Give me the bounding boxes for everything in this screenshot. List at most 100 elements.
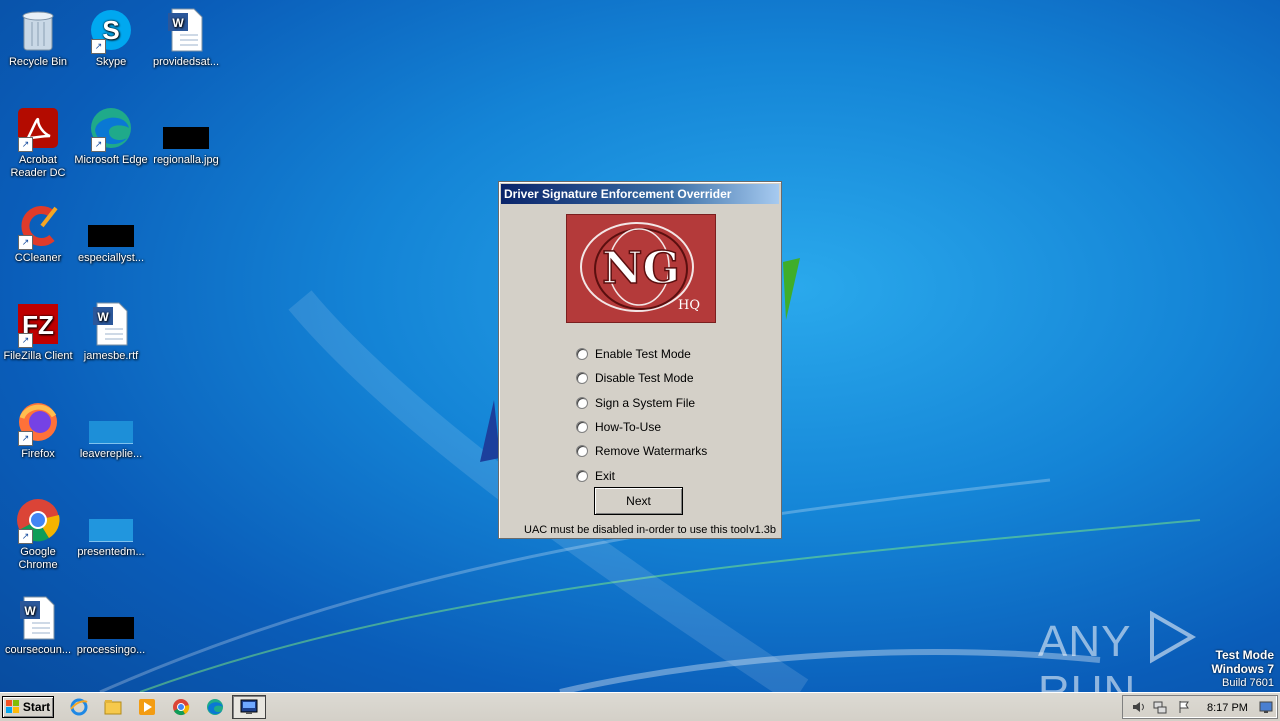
desktop-icon-regionalla[interactable]: regionalla.jpg bbox=[148, 104, 224, 167]
desktop-icon-label: presentedm... bbox=[77, 546, 145, 558]
media-player-icon[interactable] bbox=[138, 698, 156, 716]
desktop-icon-especiallyst[interactable]: especiallyst... bbox=[73, 202, 149, 265]
windows-logo-icon bbox=[5, 700, 19, 713]
volume-icon[interactable] bbox=[1131, 700, 1145, 714]
desktop-icon-label: coursecoun... bbox=[4, 644, 72, 656]
next-button[interactable]: Next bbox=[594, 487, 683, 515]
option-label: Enable Test Mode bbox=[595, 347, 691, 362]
radio-button[interactable] bbox=[576, 445, 588, 458]
dialog-title-bar[interactable]: Driver Signature Enforcement Overrider bbox=[501, 184, 779, 204]
chrome-icon[interactable] bbox=[172, 698, 190, 716]
desktop-icon-label: regionalla.jpg bbox=[153, 154, 219, 166]
show-desktop-icon[interactable] bbox=[1259, 700, 1273, 714]
version-label: v1.3b bbox=[749, 524, 776, 536]
firefox-icon: ↗ bbox=[14, 398, 62, 446]
acrobat-icon: ↗ bbox=[14, 104, 62, 152]
option-label: Remove Watermarks bbox=[595, 444, 708, 459]
desktop-icon-label: providedsat... bbox=[152, 56, 220, 68]
option-enable-test-mode[interactable]: Enable Test Mode bbox=[576, 342, 707, 366]
desktop-icon-filezilla[interactable]: FZ ↗ FileZilla Client bbox=[0, 300, 76, 363]
option-how-to-use[interactable]: How-To-Use bbox=[576, 415, 707, 439]
option-label: Exit bbox=[595, 468, 616, 483]
radio-button[interactable] bbox=[576, 421, 588, 434]
desktop-icon-ccleaner[interactable]: ↗ CCleaner bbox=[0, 202, 76, 265]
file-icon bbox=[87, 202, 135, 250]
desktop-icon-label: Google Chrome bbox=[18, 546, 58, 571]
desktop-icon-label: leavereplie... bbox=[79, 448, 143, 460]
option-label: Disable Test Mode bbox=[595, 371, 694, 386]
windows-version-label: Windows 7 bbox=[1211, 662, 1274, 676]
edge-icon: ↗ bbox=[87, 104, 135, 152]
desktop-icon-label: CCleaner bbox=[14, 252, 62, 264]
dse-overrider-dialog: Driver Signature Enforcement Overrider N… bbox=[498, 181, 782, 539]
action-center-flag-icon[interactable] bbox=[1177, 700, 1191, 714]
skype-icon: S ↗ bbox=[87, 6, 135, 54]
desktop-icon-chrome[interactable]: ↗ Google Chrome bbox=[0, 496, 76, 572]
option-label: How-To-Use bbox=[595, 420, 662, 435]
desktop-icon-firefox[interactable]: ↗ Firefox bbox=[0, 398, 76, 461]
svg-text:W: W bbox=[172, 16, 184, 30]
logo-text: NG bbox=[602, 243, 680, 294]
ngohq-logo: NG HQ bbox=[566, 214, 716, 323]
desktop-icon-label: processingo... bbox=[76, 644, 146, 656]
radio-button[interactable] bbox=[576, 396, 588, 409]
file-icon bbox=[87, 594, 135, 642]
option-exit[interactable]: Exit bbox=[576, 463, 707, 487]
edge-icon[interactable] bbox=[206, 698, 224, 716]
test-mode-label: Test Mode bbox=[1215, 648, 1274, 662]
desktop-icon-recycle-bin[interactable]: Recycle Bin bbox=[0, 6, 76, 69]
build-label: Build 7601 bbox=[1222, 677, 1274, 689]
file-icon bbox=[87, 496, 135, 544]
desktop-icon-label: especiallyst... bbox=[77, 252, 145, 264]
logo-subtext: HQ bbox=[678, 298, 700, 313]
desktop-icon-presentedm[interactable]: presentedm... bbox=[73, 496, 149, 559]
desktop-icon-leavereplie[interactable]: leavereplie... bbox=[73, 398, 149, 461]
internet-explorer-icon[interactable] bbox=[70, 698, 88, 716]
desktop-icon-processingo[interactable]: processingo... bbox=[73, 594, 149, 657]
desktop-icon-edge[interactable]: ↗ Microsoft Edge bbox=[73, 104, 149, 167]
radio-button[interactable] bbox=[576, 469, 588, 482]
clock[interactable]: 8:17 PM bbox=[1207, 702, 1248, 714]
taskbar: Start 8:17 PM bbox=[0, 692, 1280, 721]
taskbar-dse-overrider[interactable] bbox=[232, 695, 266, 719]
image-file-icon bbox=[162, 104, 210, 152]
word-document-icon: W bbox=[14, 594, 62, 642]
file-icon bbox=[87, 398, 135, 446]
chrome-icon: ↗ bbox=[14, 496, 62, 544]
desktop-icon-providedsat[interactable]: W providedsat... bbox=[148, 6, 224, 69]
play-icon bbox=[1149, 610, 1196, 664]
recycle-bin-icon bbox=[14, 6, 62, 54]
word-document-icon: W bbox=[87, 300, 135, 348]
svg-text:W: W bbox=[24, 604, 36, 618]
dialog-footer: UAC must be disabled in-order to use thi… bbox=[524, 524, 776, 536]
radio-button[interactable] bbox=[576, 372, 588, 385]
option-label: Sign a System File bbox=[595, 395, 696, 410]
uac-note: UAC must be disabled in-order to use thi… bbox=[524, 524, 749, 536]
desktop-icon-label: Recycle Bin bbox=[8, 56, 68, 68]
filezilla-icon: FZ ↗ bbox=[14, 300, 62, 348]
option-sign-system-file[interactable]: Sign a System File bbox=[576, 391, 707, 415]
system-tray: 8:17 PM bbox=[1122, 695, 1278, 719]
ccleaner-icon: ↗ bbox=[14, 202, 62, 250]
svg-text:W: W bbox=[97, 310, 109, 324]
radio-button[interactable] bbox=[576, 348, 588, 361]
desktop-icon-skype[interactable]: S ↗ Skype bbox=[73, 6, 149, 69]
app-window-icon bbox=[240, 699, 258, 714]
start-button[interactable]: Start bbox=[2, 696, 54, 718]
watermark-left: ANY bbox=[1038, 617, 1131, 666]
desktop-icon-acrobat[interactable]: ↗ Acrobat Reader DC bbox=[0, 104, 76, 180]
option-disable-test-mode[interactable]: Disable Test Mode bbox=[576, 366, 707, 390]
option-remove-watermarks[interactable]: Remove Watermarks bbox=[576, 439, 707, 463]
desktop-icon-label: Firefox bbox=[21, 448, 55, 460]
desktop-icon-label: Skype bbox=[95, 56, 127, 68]
network-icon[interactable] bbox=[1153, 700, 1167, 714]
desktop-icon-coursecoun[interactable]: W coursecoun... bbox=[0, 594, 76, 657]
desktop-icon-label: Microsoft Edge bbox=[74, 154, 148, 166]
os-status-text: Test Mode Windows 7 Build 7601 bbox=[1211, 648, 1274, 690]
desktop-icon-label: Acrobat Reader DC bbox=[10, 154, 66, 179]
options-group: Enable Test Mode Disable Test Mode Sign … bbox=[576, 342, 707, 488]
file-explorer-icon[interactable] bbox=[104, 698, 122, 716]
desktop-icon-label: jamesbe.rtf bbox=[83, 350, 139, 362]
desktop-icon-jamesbe[interactable]: W jamesbe.rtf bbox=[73, 300, 149, 363]
start-label: Start bbox=[22, 700, 51, 714]
